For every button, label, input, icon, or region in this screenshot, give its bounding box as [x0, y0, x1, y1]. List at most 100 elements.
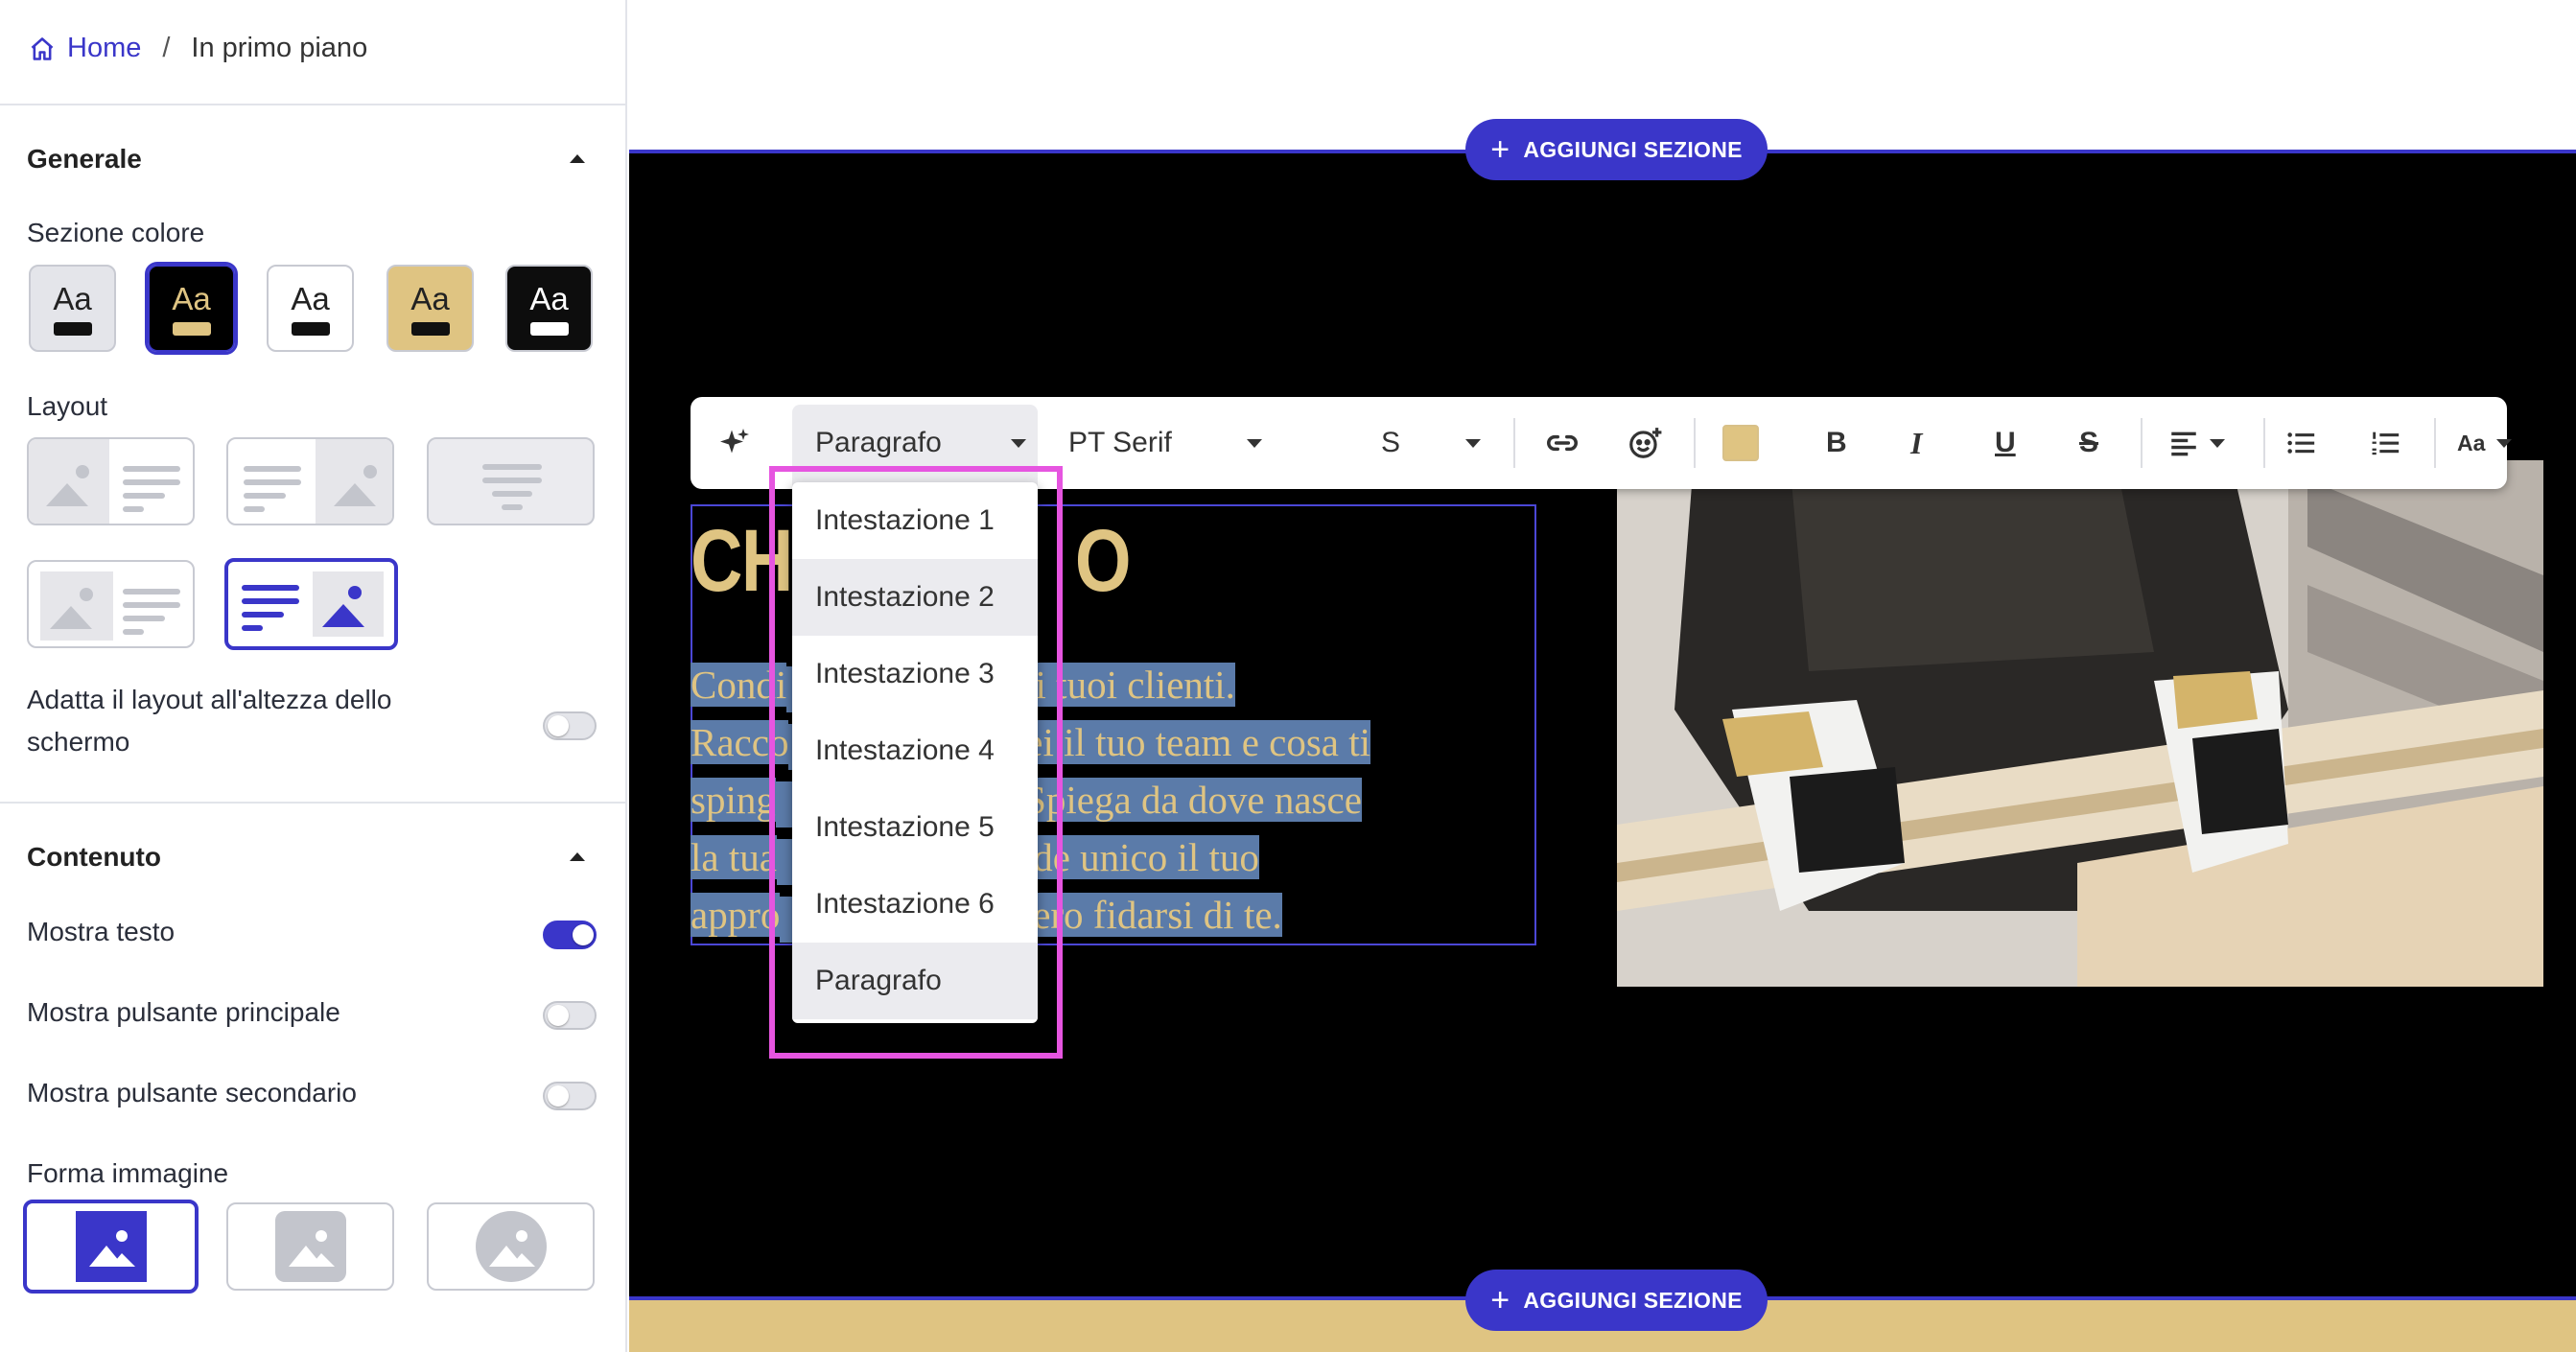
swatch-text: Aa — [53, 280, 92, 316]
color-swatch-black-gold[interactable]: Aa — [145, 262, 238, 355]
divider — [0, 104, 625, 105]
text-case-select[interactable]: Aa — [2457, 397, 2513, 489]
swatch-bar — [291, 321, 330, 336]
toggle-knob — [548, 1005, 569, 1026]
breadcrumb-current: In primo piano — [191, 33, 368, 63]
numbered-list-button[interactable] — [2369, 397, 2401, 489]
toolbar-divider — [1513, 418, 1515, 468]
layout-label: Layout — [27, 391, 108, 421]
image-square-icon — [75, 1211, 147, 1282]
breadcrumb: Home / In primo piano — [29, 33, 367, 64]
layout-image-left[interactable] — [27, 437, 195, 525]
paragraph-line-start: sping — [691, 778, 776, 822]
color-swatch-light[interactable]: Aa — [29, 265, 116, 352]
underline-button[interactable]: U — [1995, 397, 2016, 489]
section-content-title[interactable]: Contenuto — [27, 842, 161, 873]
layout-image-right-inset-icon — [242, 571, 384, 637]
image-shape-circle[interactable] — [427, 1202, 595, 1291]
emoji-icon — [1629, 428, 1662, 458]
show-text-label: Mostra testo — [27, 917, 176, 946]
align-left-icon — [2171, 431, 2196, 456]
emoji-button[interactable] — [1627, 397, 1663, 489]
annotation-highlight-box — [769, 466, 1063, 1059]
worker-photo — [1617, 460, 2543, 987]
breadcrumb-home-link[interactable]: Home — [29, 33, 141, 64]
layout-text-centered-icon — [482, 464, 542, 510]
toolbar-divider — [2141, 418, 2143, 468]
image-rounded-icon — [274, 1211, 346, 1282]
layout-image-left-inset[interactable] — [27, 560, 195, 648]
add-section-button-bottom[interactable]: + AGGIUNGI SEZIONE — [1465, 1270, 1768, 1331]
swatch-bar — [53, 321, 92, 336]
section-image[interactable] — [1617, 460, 2543, 987]
collapse-caret-icon[interactable] — [570, 154, 585, 163]
collapse-caret-icon[interactable] — [570, 852, 585, 861]
toggle-knob — [548, 715, 569, 736]
italic-button[interactable]: I — [1910, 397, 1922, 489]
font-family-value: PT Serif — [1068, 427, 1172, 458]
ai-sparkle-button[interactable] — [717, 397, 752, 489]
layout-image-right-inset[interactable] — [224, 558, 398, 650]
link-icon — [1547, 434, 1578, 452]
numbered-list-icon — [2372, 431, 2400, 455]
layout-image-right[interactable] — [226, 437, 394, 525]
toolbar-divider — [2263, 418, 2265, 468]
image-shape-rounded[interactable] — [226, 1202, 394, 1291]
link-button[interactable] — [1544, 397, 1581, 489]
color-swatch-gold[interactable]: Aa — [386, 265, 474, 352]
bulleted-list-button[interactable] — [2284, 397, 2317, 489]
swatch-text: Aa — [172, 280, 211, 316]
swatch-bar — [172, 321, 211, 336]
swatch-text: Aa — [529, 280, 569, 316]
block-type-value: Paragrafo — [815, 427, 942, 458]
section-general-title[interactable]: Generale — [27, 144, 142, 175]
image-shape-label: Forma immagine — [27, 1158, 229, 1188]
swatch-bar — [529, 321, 569, 336]
image-circle-icon — [475, 1211, 547, 1282]
font-family-select[interactable]: PT Serif — [1068, 397, 1262, 489]
sparkle-icon — [720, 429, 749, 454]
text-color-button[interactable] — [1722, 397, 1759, 489]
fit-height-label: Adatta il layout all'altezza dello scher… — [27, 685, 392, 757]
paragraph-line-start: appro — [691, 893, 781, 937]
show-primary-button-toggle[interactable] — [543, 1001, 597, 1030]
strikethrough-button[interactable]: S — [2079, 397, 2098, 489]
bold-icon: B — [1826, 427, 1847, 458]
headline-right-part: O — [1074, 512, 1132, 610]
chevron-down-icon — [1011, 438, 1026, 448]
show-secondary-button-toggle[interactable] — [543, 1082, 597, 1110]
chevron-down-icon — [2496, 438, 2513, 448]
chevron-down-icon — [1247, 438, 1262, 448]
layout-text-centered[interactable] — [427, 437, 595, 525]
plus-icon: + — [1490, 131, 1510, 168]
bold-button[interactable]: B — [1826, 397, 1847, 489]
breadcrumb-home-label: Home — [67, 33, 142, 63]
text-color-swatch — [1722, 425, 1759, 461]
image-shape-square[interactable] — [23, 1200, 199, 1294]
fit-height-toggle[interactable] — [543, 711, 597, 740]
plus-icon: + — [1490, 1282, 1510, 1318]
add-section-button-top[interactable]: + AGGIUNGI SEZIONE — [1465, 119, 1768, 180]
chevron-down-icon — [1465, 438, 1481, 448]
layout-image-left-icon — [29, 439, 180, 524]
toolbar-divider — [1694, 418, 1696, 468]
color-swatch-white[interactable]: Aa — [267, 265, 354, 352]
italic-icon: I — [1910, 425, 1923, 460]
show-secondary-button-label: Mostra pulsante secondario — [27, 1078, 357, 1107]
font-size-select[interactable]: S — [1381, 397, 1481, 489]
bullet-list-icon — [2287, 432, 2315, 454]
toggle-knob — [548, 1085, 569, 1107]
swatch-text: Aa — [410, 280, 450, 316]
paragraph-line-start: la tua — [691, 835, 777, 879]
show-text-toggle[interactable] — [543, 921, 597, 949]
add-section-label: AGGIUNGI SEZIONE — [1523, 136, 1743, 162]
layout-image-left-inset-icon — [40, 571, 180, 641]
color-swatch-dark[interactable]: Aa — [505, 265, 593, 352]
swatch-bar — [410, 321, 450, 336]
chevron-down-icon — [2210, 438, 2225, 448]
toolbar-divider — [2434, 418, 2436, 468]
align-select[interactable] — [2167, 397, 2225, 489]
divider — [0, 802, 625, 804]
strikethrough-icon: S — [2079, 427, 2099, 458]
text-case-icon: Aa — [2457, 430, 2486, 455]
